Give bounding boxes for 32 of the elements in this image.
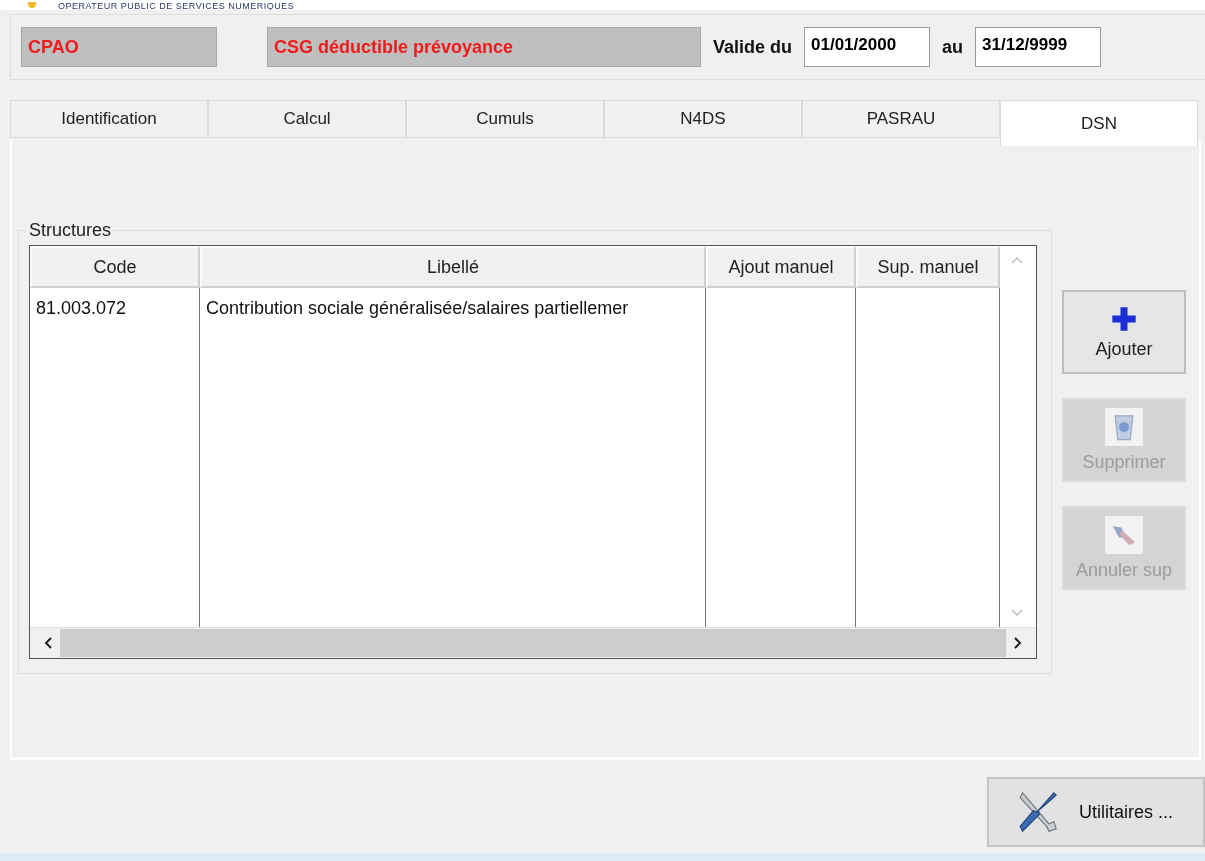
valid-from-label: Valide du [713, 36, 793, 58]
tab[interactable]: N4DS [604, 100, 802, 138]
table-cell-text: Contribution sociale généralisée/salaires partiellemer [205, 297, 630, 320]
utilities-button[interactable]: Utilitaires ... [987, 777, 1205, 847]
tab[interactable]: Identification [10, 100, 208, 138]
scroll-left-icon[interactable] [44, 637, 52, 649]
date-field[interactable]: 31/12/9999 [975, 27, 1102, 67]
column-header[interactable]: Ajout manuel [706, 246, 856, 288]
tab[interactable]: Calcul [208, 100, 406, 138]
column-header[interactable]: Libellé [200, 246, 706, 288]
tab[interactable]: DSN [1000, 100, 1198, 146]
valid-to-label: au [942, 36, 964, 58]
tab[interactable]: Cumuls [406, 100, 604, 138]
column-header[interactable]: Code [30, 246, 200, 288]
date-field[interactable]: 01/01/2000 [804, 27, 931, 67]
horizontal-scrollbar[interactable] [30, 627, 1036, 658]
trash-icon [1105, 407, 1143, 446]
plus-icon [1110, 304, 1138, 333]
add-button[interactable]: Ajouter [1062, 290, 1186, 374]
code-field: CPAO [21, 27, 217, 67]
eraser-icon [1105, 515, 1143, 554]
column-header[interactable]: Sup. manuel [856, 246, 1000, 288]
tab[interactable]: PASRAU [802, 100, 1000, 138]
scroll-right-icon[interactable] [1014, 637, 1022, 649]
scrollbar-thumb[interactable] [60, 629, 1006, 657]
banner-subtitle: OPERATEUR PUBLIC DE SERVICES NUMERIQUES [58, 1, 295, 10]
scroll-up-icon[interactable] [1011, 256, 1023, 264]
label-field: CSG déductible prévoyance [267, 27, 701, 67]
logo-icon [28, 2, 36, 8]
table-cell-text: 81.003.072 [35, 297, 128, 320]
scroll-down-icon[interactable] [1011, 609, 1023, 617]
group-title: Structures [28, 220, 113, 241]
